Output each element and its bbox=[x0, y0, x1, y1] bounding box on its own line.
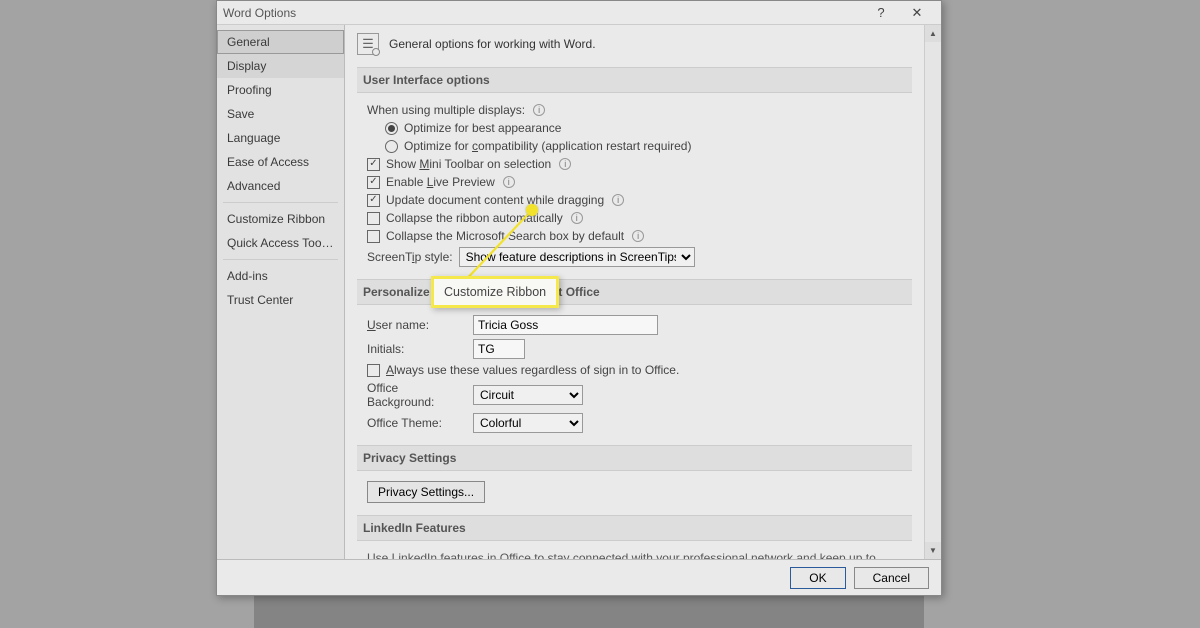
initials-field[interactable] bbox=[473, 339, 525, 359]
close-button[interactable]: ✕ bbox=[899, 2, 935, 24]
info-icon[interactable]: i bbox=[632, 230, 644, 242]
sidebar-item-language[interactable]: Language bbox=[217, 126, 344, 150]
cancel-button[interactable]: Cancel bbox=[854, 567, 929, 589]
callout-text: Customize Ribbon bbox=[444, 285, 546, 299]
username-field[interactable] bbox=[473, 315, 658, 335]
backdrop-shadow bbox=[254, 596, 924, 628]
check-always-values-label: Always use these values regardless of si… bbox=[386, 363, 679, 377]
word-options-dialog: Word Options ? ✕ General Display Proofin… bbox=[216, 0, 942, 596]
section-linkedin: LinkedIn Features bbox=[357, 515, 912, 541]
sidebar-separator bbox=[223, 259, 338, 260]
sidebar-item-customize-ribbon[interactable]: Customize Ribbon bbox=[217, 207, 344, 231]
linkedin-description: Use LinkedIn features in Office to stay … bbox=[367, 549, 902, 559]
sidebar-item-general[interactable]: General bbox=[217, 30, 344, 54]
office-background-select[interactable]: Circuit bbox=[473, 385, 583, 405]
highlight-marker bbox=[526, 204, 538, 216]
check-collapse-ribbon[interactable] bbox=[367, 212, 380, 225]
general-options-icon: ☰ bbox=[357, 33, 379, 55]
check-mini-toolbar-label: Show Mini Toolbar on selection bbox=[386, 157, 551, 171]
office-theme-select[interactable]: Colorful bbox=[473, 413, 583, 433]
info-icon[interactable]: i bbox=[533, 104, 545, 116]
page-title: General options for working with Word. bbox=[389, 37, 596, 51]
sidebar: General Display Proofing Save Language E… bbox=[217, 25, 345, 559]
sidebar-item-proofing[interactable]: Proofing bbox=[217, 78, 344, 102]
ok-button[interactable]: OK bbox=[790, 567, 845, 589]
radio-optimize-compat-label: Optimize for compatibility (application … bbox=[404, 139, 691, 153]
info-icon[interactable]: i bbox=[503, 176, 515, 188]
titlebar: Word Options ? ✕ bbox=[217, 1, 941, 25]
sidebar-item-add-ins[interactable]: Add-ins bbox=[217, 264, 344, 288]
radio-optimize-best[interactable] bbox=[385, 122, 398, 135]
scrollbar[interactable]: ▲ ▼ bbox=[924, 25, 941, 559]
info-icon[interactable]: i bbox=[612, 194, 624, 206]
scroll-up-arrow[interactable]: ▲ bbox=[925, 25, 941, 42]
multidisplay-label: When using multiple displays: bbox=[367, 103, 525, 117]
section-ui-options: User Interface options bbox=[357, 67, 912, 93]
scroll-track[interactable] bbox=[925, 42, 941, 542]
check-always-values[interactable] bbox=[367, 364, 380, 377]
dialog-footer: OK Cancel bbox=[217, 559, 941, 595]
sidebar-item-advanced[interactable]: Advanced bbox=[217, 174, 344, 198]
office-background-label: Office Background: bbox=[367, 381, 467, 409]
window-title: Word Options bbox=[223, 6, 863, 20]
sidebar-separator bbox=[223, 202, 338, 203]
sidebar-item-ease-of-access[interactable]: Ease of Access bbox=[217, 150, 344, 174]
sidebar-item-save[interactable]: Save bbox=[217, 102, 344, 126]
section-privacy: Privacy Settings bbox=[357, 445, 912, 471]
check-collapse-search-label: Collapse the Microsoft Search box by def… bbox=[386, 229, 624, 243]
help-button[interactable]: ? bbox=[863, 2, 899, 24]
callout-box: Customize Ribbon bbox=[431, 276, 559, 308]
radio-optimize-compat[interactable] bbox=[385, 140, 398, 153]
check-live-preview-label: Enable Live Preview bbox=[386, 175, 495, 189]
radio-optimize-best-label: Optimize for best appearance bbox=[404, 121, 561, 135]
check-mini-toolbar[interactable] bbox=[367, 158, 380, 171]
info-icon[interactable]: i bbox=[571, 212, 583, 224]
privacy-settings-button[interactable]: Privacy Settings... bbox=[367, 481, 485, 503]
check-collapse-search[interactable] bbox=[367, 230, 380, 243]
sidebar-item-display[interactable]: Display bbox=[217, 54, 344, 78]
info-icon[interactable]: i bbox=[559, 158, 571, 170]
scroll-down-arrow[interactable]: ▼ bbox=[925, 542, 941, 559]
username-label: User name: bbox=[367, 318, 467, 332]
check-update-drag[interactable] bbox=[367, 194, 380, 207]
screentip-label: ScreenTip style: bbox=[367, 250, 453, 264]
check-update-drag-label: Update document content while dragging bbox=[386, 193, 604, 207]
check-live-preview[interactable] bbox=[367, 176, 380, 189]
sidebar-item-trust-center[interactable]: Trust Center bbox=[217, 288, 344, 312]
screentip-select[interactable]: Show feature descriptions in ScreenTips bbox=[459, 247, 695, 267]
sidebar-item-quick-access[interactable]: Quick Access Toolbar bbox=[217, 231, 344, 255]
office-theme-label: Office Theme: bbox=[367, 416, 467, 430]
initials-label: Initials: bbox=[367, 342, 467, 356]
